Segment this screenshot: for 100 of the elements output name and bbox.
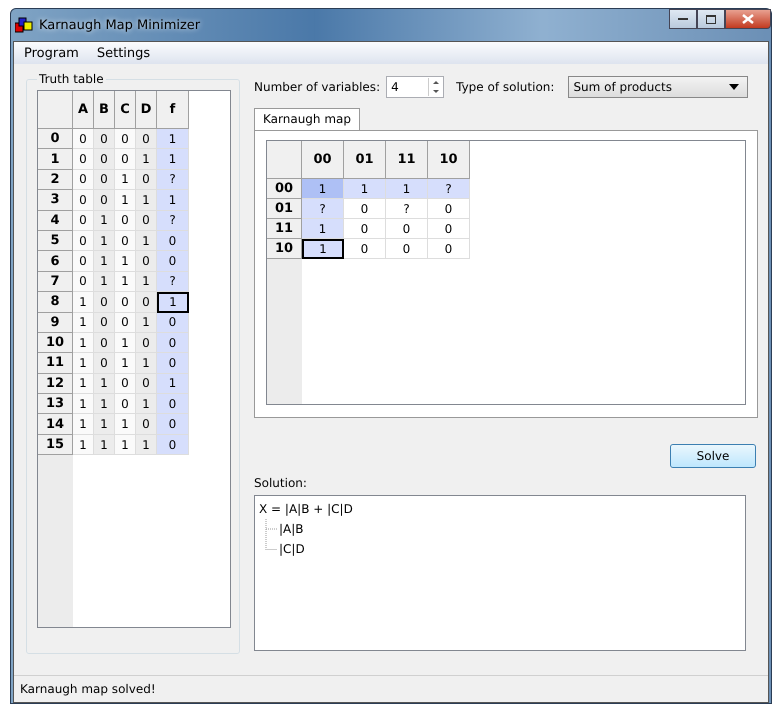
row-header: 12 [38,374,73,394]
column-header: f [157,91,189,129]
table-cell: 0 [115,374,136,394]
table-cell: 1 [136,353,157,374]
table-cell: 1 [94,230,115,252]
row-header: 00 [267,179,302,199]
table-cell: 0 [73,190,94,211]
tree-item[interactable]: |C|D [279,539,305,559]
solve-button[interactable]: Solve [670,444,756,468]
row-header: 2 [38,170,73,190]
status-bar: Karnaugh map solved! [14,675,768,702]
row-header: 10 [267,239,302,259]
row-header: 3 [38,190,73,211]
map-cell[interactable]: 0 [428,219,470,239]
map-cell[interactable]: 0 [386,219,428,239]
map-cell[interactable]: 1 [386,179,428,199]
row-header: 15 [38,434,73,456]
app-icon [15,17,33,33]
map-cell[interactable]: 1 [302,239,344,259]
map-cell[interactable]: ? [302,199,344,219]
variables-label: Number of variables: [254,80,380,94]
table-cell: 0 [73,230,94,252]
table-cell: 1 [115,353,136,374]
table-cell: ? [157,210,189,231]
solution-type-label: Type of solution: [456,80,554,94]
table-cell: 1 [73,292,94,313]
table-cell: 1 [73,374,94,394]
window-title: Karnaugh Map Minimizer [39,18,200,32]
dropdown-arrow-icon [729,84,740,90]
table-cell: 0 [73,170,94,190]
maximize-icon [706,14,716,24]
table-cell: 0 [73,210,94,231]
close-button[interactable] [725,9,771,29]
table-cell: 0 [136,292,157,313]
row-header: 01 [267,199,302,219]
column-header: D [136,91,157,129]
table-cell: 1 [157,129,189,150]
map-cell[interactable]: ? [428,179,470,199]
tab[interactable]: Karnaugh map [254,108,360,130]
map-cell[interactable]: 0 [428,239,470,259]
map-cell[interactable]: 0 [344,239,386,259]
table-cell: 0 [136,374,157,394]
minimize-button[interactable] [669,9,697,29]
table-cell: 1 [115,434,136,456]
table-cell: 1 [136,312,157,333]
table-cell: 1 [73,434,94,456]
table-cell: 0 [94,170,115,190]
table-cell: 0 [115,394,136,414]
maximize-button[interactable] [697,9,725,29]
corner-header [267,141,302,179]
table-cell: 0 [115,312,136,333]
column-header: 11 [386,141,428,179]
map-cell[interactable]: 0 [428,199,470,219]
tree-item[interactable]: X = |A|B + |C|D [259,499,741,519]
table-cell: 0 [136,129,157,150]
table-cell: 0 [157,394,189,414]
table-cell: 1 [136,230,157,252]
table-cell: 0 [94,129,115,150]
table-cell: 1 [94,272,115,292]
table-cell: 0 [157,414,189,435]
row-header: 11 [267,219,302,239]
table-cell: 1 [136,394,157,414]
row-header: 4 [38,210,73,231]
tree-item[interactable]: |A|B [279,519,304,539]
table-cell: 1 [115,414,136,435]
menu-item[interactable]: Program [24,46,79,60]
map-cell[interactable]: 1 [344,179,386,199]
table-cell: 1 [94,251,115,272]
menu-item[interactable]: Settings [96,46,150,60]
row-header: 8 [38,292,73,313]
row-header: 5 [38,230,73,252]
table-cell: 0 [157,332,189,354]
column-header: A [73,91,94,129]
table-cell: 1 [136,149,157,170]
map-cell[interactable]: 0 [386,239,428,259]
table-cell: 0 [136,170,157,190]
solution-type-dropdown[interactable]: Sum of products [568,76,748,98]
table-cell: 1 [157,190,189,211]
map-cell[interactable]: 0 [344,219,386,239]
table-cell: 1 [73,414,94,435]
column-header: C [115,91,136,129]
map-cell[interactable]: 1 [302,219,344,239]
row-header: 9 [38,312,73,333]
variables-spinner[interactable]: 4 [386,76,444,98]
table-cell: 0 [94,292,115,313]
table-cell: 0 [115,129,136,150]
minimize-icon [678,17,688,21]
table-cell: 0 [136,332,157,354]
row-header: 11 [38,353,73,374]
map-cell[interactable]: 0 [344,199,386,219]
table-cell: 0 [157,312,189,333]
table-cell: 1 [115,190,136,211]
column-header: 01 [344,141,386,179]
table-cell: 0 [73,272,94,292]
table-cell: ? [157,170,189,190]
table-cell: 1 [73,312,94,333]
map-cell[interactable]: 1 [302,179,344,199]
table-cell: 1 [136,272,157,292]
table-cell: 0 [136,414,157,435]
map-cell[interactable]: ? [386,199,428,219]
